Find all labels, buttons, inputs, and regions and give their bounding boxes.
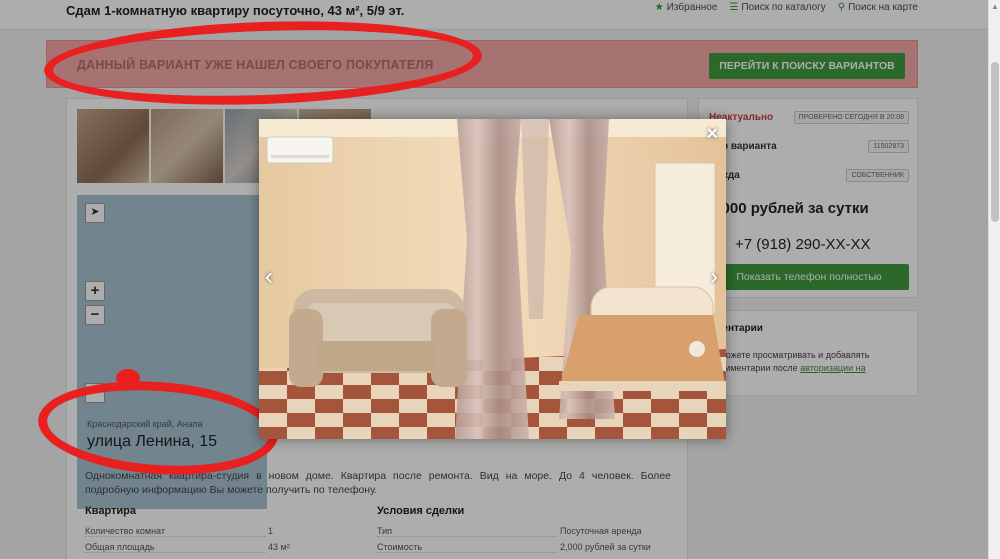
room-photo	[259, 119, 726, 439]
chevron-left-icon[interactable]: ‹	[265, 263, 273, 291]
page-scrollbar[interactable]: ▲	[988, 0, 1000, 559]
room-photo-image	[259, 119, 726, 439]
close-icon[interactable]: ×	[706, 123, 718, 146]
chevron-right-icon[interactable]: ›	[710, 263, 718, 291]
photo-lightbox: × ‹ ›	[259, 119, 726, 439]
scroll-up-icon[interactable]: ▲	[991, 2, 999, 11]
scrollbar-thumb[interactable]	[991, 62, 999, 222]
